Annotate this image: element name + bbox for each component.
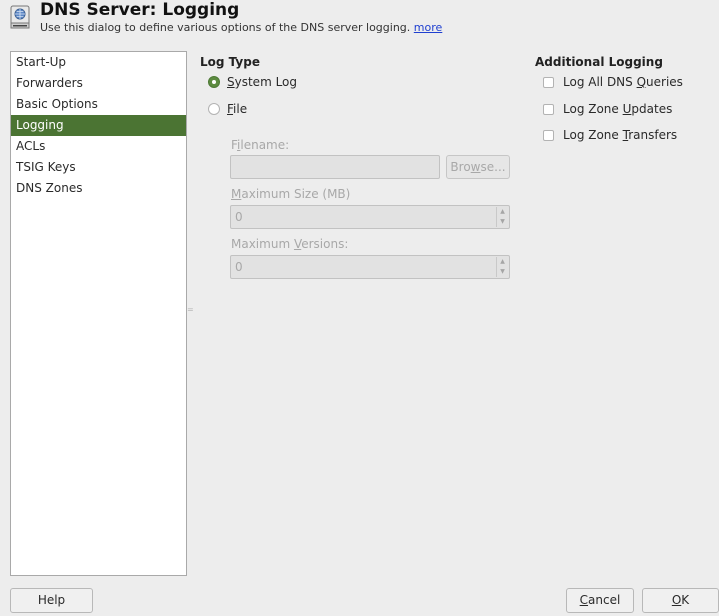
sidebar-tree: Start-Up Forwarders Basic Options Loggin… — [10, 51, 187, 576]
max-versions-spinbox[interactable]: 0 ▲ ▼ — [230, 255, 510, 279]
max-versions-spin-buttons[interactable]: ▲ ▼ — [496, 257, 508, 277]
splitter-handle[interactable]: = — [187, 306, 194, 318]
more-link[interactable]: more — [414, 21, 443, 34]
checkbox-indicator[interactable] — [543, 129, 554, 141]
additional-logging-heading: Additional Logging — [535, 55, 663, 69]
spin-down-arrow-icon[interactable]: ▼ — [497, 217, 508, 227]
system-log-label: System Log — [227, 75, 298, 89]
log-zone-transfers-checkbox[interactable]: Log Zone Transfers — [543, 126, 677, 144]
spin-up-arrow-icon[interactable]: ▲ — [497, 257, 508, 267]
max-size-spin-buttons[interactable]: ▲ ▼ — [496, 207, 508, 227]
log-zone-updates-checkbox[interactable]: Log Zone Updates — [543, 100, 672, 118]
dns-server-icon — [10, 5, 30, 29]
system-log-radio[interactable]: System Log — [208, 73, 297, 91]
checkbox-indicator[interactable] — [543, 76, 554, 88]
radio-indicator[interactable] — [208, 103, 220, 115]
browse-button[interactable]: Browse... — [446, 155, 510, 179]
cancel-button[interactable]: Cancel — [566, 588, 634, 613]
max-versions-label: Maximum Versions: — [231, 237, 349, 251]
ok-button[interactable]: OK — [642, 588, 719, 613]
log-all-queries-checkbox[interactable]: Log All DNS Queries — [543, 73, 683, 91]
dialog-header: DNS Server: Logging Use this dialog to d… — [0, 0, 719, 40]
help-button[interactable]: Help — [10, 588, 93, 613]
max-size-label: Maximum Size (MB) — [231, 187, 351, 201]
file-radio[interactable]: File — [208, 100, 247, 118]
spin-up-arrow-icon[interactable]: ▲ — [497, 207, 508, 217]
sidebar-item-logging[interactable]: Logging — [11, 115, 186, 136]
sidebar-item-acls[interactable]: ACLs — [11, 136, 186, 157]
max-size-value: 0 — [235, 210, 243, 224]
sidebar-item-forwarders[interactable]: Forwarders — [11, 73, 186, 94]
sidebar-item-tsig-keys[interactable]: TSIG Keys — [11, 157, 186, 178]
filename-input[interactable] — [230, 155, 440, 179]
description-text: Use this dialog to define various option… — [40, 21, 411, 34]
log-zone-transfers-label: Log Zone Transfers — [563, 128, 678, 142]
file-label: File — [227, 102, 248, 116]
log-all-queries-label: Log All DNS Queries — [563, 75, 683, 89]
sidebar-item-dns-zones[interactable]: DNS Zones — [11, 178, 186, 199]
spin-down-arrow-icon[interactable]: ▼ — [497, 267, 508, 277]
filename-label: Filename: — [231, 138, 290, 152]
page-title: DNS Server: Logging — [40, 0, 240, 20]
radio-indicator[interactable] — [208, 76, 220, 88]
log-zone-updates-label: Log Zone Updates — [563, 102, 673, 116]
max-size-spinbox[interactable]: 0 ▲ ▼ — [230, 205, 510, 229]
checkbox-indicator[interactable] — [543, 103, 554, 115]
log-type-heading: Log Type — [200, 55, 260, 69]
page-description: Use this dialog to define various option… — [40, 21, 442, 34]
sidebar-item-basic-options[interactable]: Basic Options — [11, 94, 186, 115]
max-versions-value: 0 — [235, 260, 243, 274]
sidebar-item-start-up[interactable]: Start-Up — [11, 52, 186, 73]
